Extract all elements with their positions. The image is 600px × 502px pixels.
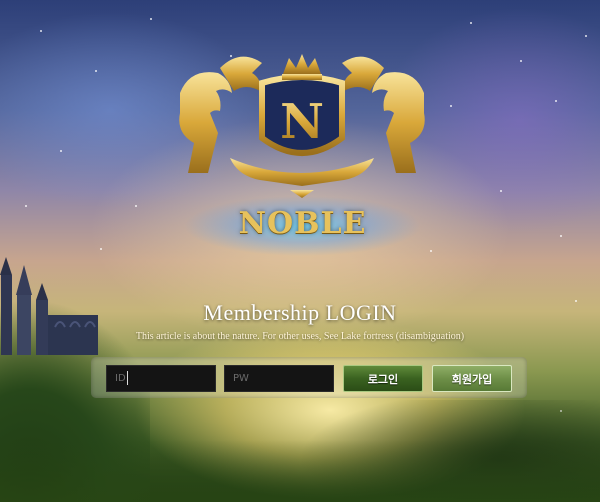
- brand-name: NOBLE: [238, 206, 367, 241]
- crown-icon: [282, 54, 322, 80]
- id-input[interactable]: [107, 366, 215, 391]
- login-subtitle: This article is about the nature. For ot…: [135, 331, 465, 342]
- pw-input[interactable]: [225, 366, 333, 391]
- id-field[interactable]: [106, 365, 216, 392]
- text-caret: [127, 371, 128, 385]
- login-title: Membership LOGIN: [203, 300, 397, 325]
- noble-emblem-logo: N: [179, 54, 425, 198]
- ground: [0, 440, 600, 502]
- right-griffin-icon: [342, 56, 425, 173]
- join-button[interactable]: 회원가입: [432, 365, 512, 392]
- login-button[interactable]: 로그인: [343, 365, 423, 392]
- pw-field[interactable]: [224, 365, 334, 392]
- left-griffin-icon: [179, 56, 262, 173]
- emblem-letter: N: [280, 94, 324, 150]
